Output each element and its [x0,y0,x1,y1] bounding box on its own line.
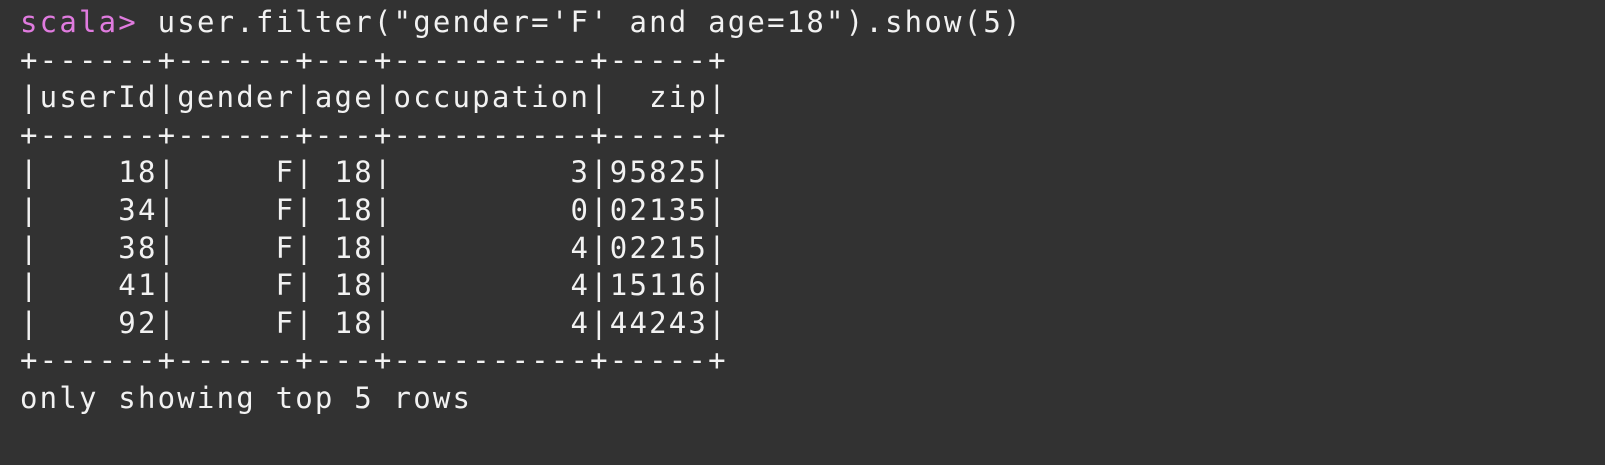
table-border-bottom: +------+------+---+----------+-----+ [20,343,728,378]
table-row: | 92| F| 18| 4|44243| [20,305,728,340]
command-text: user.filter("gender='F' and age=18").sho… [157,5,1023,39]
table-row: | 18| F| 18| 3|95825| [20,155,728,190]
scala-prompt: scala> [20,5,158,39]
table-row: | 34| F| 18| 0|02135| [20,192,728,227]
terminal-window[interactable]: scala> user.filter("gender='F' and age=1… [0,0,1605,465]
row-limit-note: only showing top 5 rows [20,380,473,415]
table-border-header: +------+------+---+----------+-----+ [20,117,728,152]
table-header-row: |userId|gender|age|occupation| zip| [20,80,728,115]
table-row: | 41| F| 18| 4|15116| [20,268,728,303]
table-row: | 38| F| 18| 4|02215| [20,230,728,265]
command-line: scala> user.filter("gender='F' and age=1… [20,4,1605,42]
table-border-top: +------+------+---+----------+-----+ [20,42,728,77]
